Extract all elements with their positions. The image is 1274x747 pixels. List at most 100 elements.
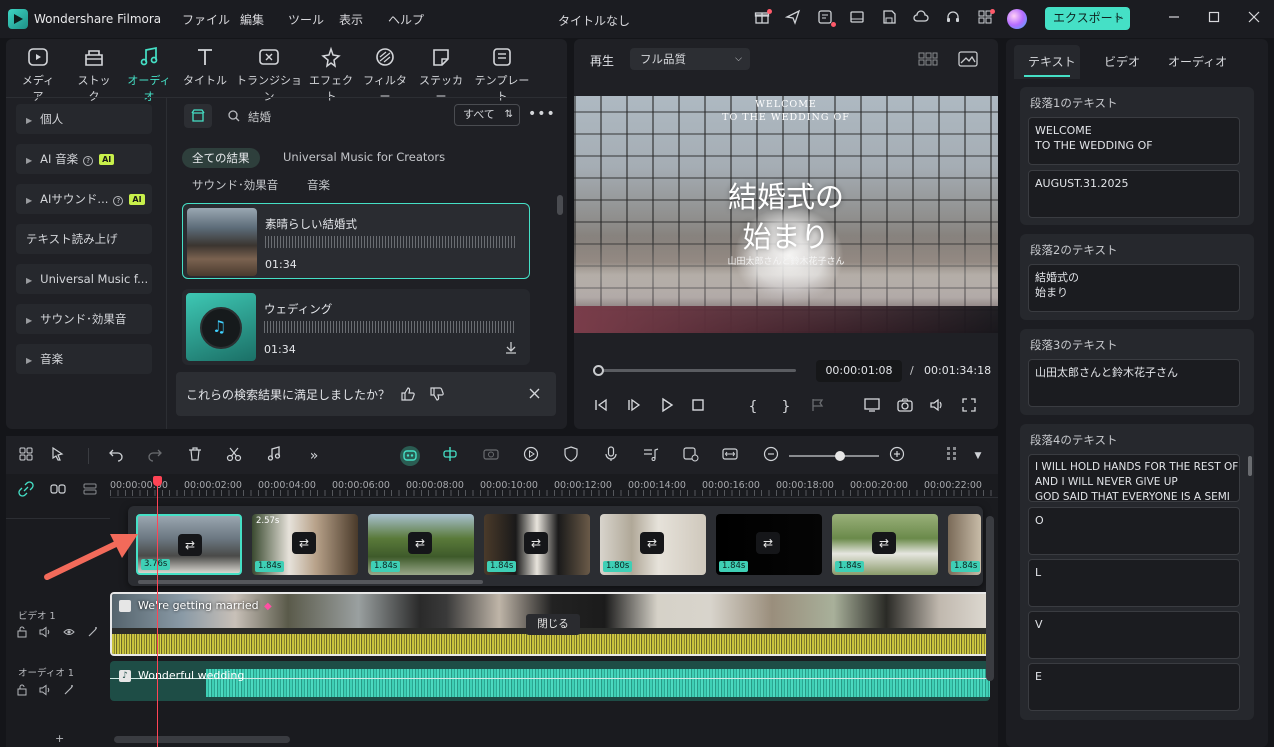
text-scrollbar[interactable]	[1248, 456, 1252, 476]
help-icon[interactable]: ?	[113, 196, 124, 206]
chip-sound-effects[interactable]: サウンド･効果音	[192, 177, 278, 193]
tool-title[interactable]: タイトル	[182, 46, 228, 96]
link-icon[interactable]	[16, 481, 36, 501]
help-icon[interactable]: ?	[83, 156, 94, 166]
cut-icon[interactable]	[224, 446, 244, 466]
list-scrollbar[interactable]	[557, 195, 563, 215]
chip-music[interactable]: 音楽	[307, 177, 330, 193]
text-field[interactable]: 山田太郎さんと鈴木花子さん	[1028, 359, 1240, 407]
audio-track-clip[interactable]: ♪ Wonderful wedding	[110, 661, 990, 701]
mark-in-icon[interactable]: {	[743, 397, 763, 417]
zoom-in-icon[interactable]	[887, 446, 907, 466]
quality-dropdown[interactable]: フル品質 ⌵	[630, 48, 750, 70]
playhead-handle[interactable]	[153, 476, 162, 486]
play-circle-icon[interactable]	[521, 446, 541, 466]
delete-icon[interactable]	[185, 446, 205, 466]
current-time[interactable]: 00:00:01:08	[816, 360, 902, 382]
search-input[interactable]: 結婚	[222, 105, 452, 127]
timeline-hscroll[interactable]	[114, 736, 290, 743]
menu-edit[interactable]: 編集	[240, 11, 264, 28]
display-icon[interactable]	[862, 397, 882, 417]
seek-handle[interactable]	[593, 365, 604, 376]
result-card[interactable]: 素晴らしい結婚式 01:34	[182, 203, 530, 279]
shield-icon[interactable]	[561, 446, 581, 466]
export-button[interactable]: エクスポート ⌵	[1045, 7, 1130, 30]
text-field[interactable]: L	[1028, 559, 1240, 607]
tool-transition[interactable]: トランジション	[234, 46, 304, 103]
store-button[interactable]	[184, 104, 212, 128]
lock-icon[interactable]	[16, 684, 28, 699]
more-icon[interactable]: •••	[528, 106, 556, 122]
zoom-handle[interactable]	[835, 451, 845, 461]
track-layout-icon[interactable]	[80, 481, 100, 501]
tool-stock[interactable]: ストック	[74, 46, 114, 103]
text-field[interactable]: 結婚式の 始まり	[1028, 264, 1240, 312]
view-options-icon[interactable]	[942, 446, 962, 466]
zoom-out-icon[interactable]	[761, 446, 781, 466]
render-preview-icon[interactable]	[681, 446, 701, 466]
clip-thumbnail[interactable]: ⇄1.84s	[832, 514, 938, 575]
clip-thumbnail[interactable]: ⇄ 3.76s	[136, 514, 242, 575]
layout-icon[interactable]	[847, 9, 867, 29]
camera-icon[interactable]	[895, 397, 915, 417]
snap-icon[interactable]	[440, 446, 460, 466]
text-field[interactable]: V	[1028, 611, 1240, 659]
tool-sticker[interactable]: ステッカー	[418, 46, 464, 103]
menu-tools[interactable]: ツール	[288, 11, 324, 28]
sidebar-item-ai-sound[interactable]: ▶ AIサウンド...? AI	[16, 184, 152, 214]
sidebar-item-sound-effects[interactable]: ▶ サウンド･効果音	[16, 304, 152, 334]
maximize-icon[interactable]	[1204, 9, 1224, 29]
camera-record-icon[interactable]	[481, 446, 501, 466]
microphone-icon[interactable]	[601, 446, 621, 466]
tool-effect[interactable]: エフェクト	[306, 46, 356, 103]
ai-robot-icon[interactable]	[400, 446, 420, 466]
text-field[interactable]: O	[1028, 507, 1240, 555]
filter-dropdown[interactable]: すべて ⇅	[454, 104, 520, 126]
redo-icon[interactable]	[145, 446, 165, 466]
speaker-icon[interactable]	[39, 626, 51, 641]
more-tools-icon[interactable]: »	[304, 446, 324, 466]
zoom-slider[interactable]	[789, 455, 879, 457]
clip-thumbnail[interactable]: ⇄1.84s	[716, 514, 822, 575]
minimize-icon[interactable]	[1164, 9, 1184, 29]
clip-thumbnail[interactable]: ⇄1.84s	[484, 514, 590, 575]
timeline-vscroll[interactable]	[986, 516, 994, 681]
sidebar-item-universal-music[interactable]: ▶ Universal Music f...	[16, 264, 152, 294]
marker-icon[interactable]	[808, 397, 828, 417]
stop-icon[interactable]	[688, 397, 708, 417]
tool-audio[interactable]: オーディオ	[124, 46, 174, 103]
select-tool-icon[interactable]	[48, 446, 68, 466]
cloud-icon[interactable]	[911, 9, 931, 29]
save-icon[interactable]	[879, 9, 899, 29]
track-link-icon[interactable]	[48, 481, 68, 501]
send-icon[interactable]	[783, 9, 803, 29]
clip-thumbnail[interactable]: ⇄1.84s	[948, 514, 981, 575]
tool-media[interactable]: メディア	[18, 46, 58, 103]
fullscreen-icon[interactable]	[959, 397, 979, 417]
user-avatar[interactable]	[1007, 9, 1027, 29]
mark-out-icon[interactable]: }	[776, 397, 796, 417]
sidebar-item-ai-music[interactable]: ▶ AI 音楽? AI	[16, 144, 152, 174]
speaker-icon[interactable]	[39, 684, 51, 699]
playhead[interactable]	[157, 476, 158, 747]
close-icon[interactable]	[529, 388, 540, 399]
seek-bar[interactable]	[596, 369, 796, 372]
add-track-icon[interactable]: +	[55, 732, 64, 745]
eye-icon[interactable]	[63, 626, 75, 641]
video-preview[interactable]: WELCOME TO THE WEDDING OF 結婚式の 始まり 山田太郎さ…	[574, 96, 998, 333]
headset-icon[interactable]	[943, 9, 963, 29]
image-snapshot-icon[interactable]	[958, 50, 978, 68]
clip-thumbnail[interactable]: ⇄ 1.80s	[600, 514, 706, 575]
thumbs-down-icon[interactable]	[429, 386, 445, 402]
tab-audio[interactable]: オーディオ	[1168, 53, 1227, 70]
grid-view-icon[interactable]	[918, 51, 938, 67]
clip-thumbnail[interactable]: ⇄1.84s	[368, 514, 474, 575]
prev-frame-icon[interactable]	[591, 397, 611, 417]
menu-file[interactable]: ファイル	[182, 11, 230, 28]
text-field[interactable]: WELCOME TO THE WEDDING OF	[1028, 117, 1240, 165]
chip-universal-music[interactable]: Universal Music for Creators	[283, 150, 445, 164]
next-frame-icon[interactable]	[624, 397, 644, 417]
chip-all-results[interactable]: 全ての結果	[182, 148, 260, 168]
text-field[interactable]: I WILL HOLD HANDS FOR THE REST OF AND I …	[1028, 454, 1240, 502]
magic-wand-icon[interactable]	[63, 684, 75, 699]
